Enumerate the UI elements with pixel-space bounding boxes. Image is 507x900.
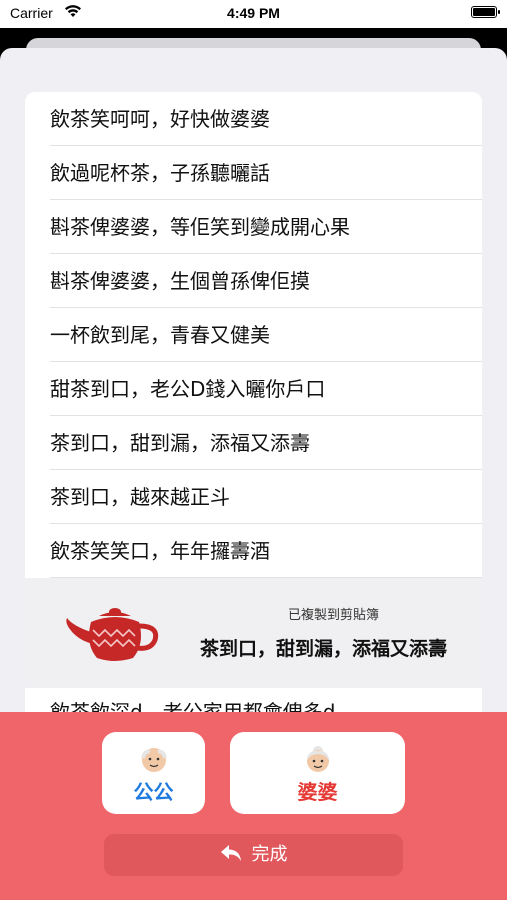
teapot-icon bbox=[66, 608, 159, 661]
reply-arrow-icon bbox=[220, 845, 241, 861]
list-item[interactable]: 飲茶笑笑口，年年攞壽酒 bbox=[25, 524, 482, 578]
list-item[interactable]: 茶到口，越來越正斗 bbox=[25, 470, 482, 524]
list-item[interactable]: 飲茶笑呵呵，好快做婆婆 bbox=[25, 92, 482, 146]
list-item[interactable]: 甜茶到口，老公D錢入曬你戶口 bbox=[25, 362, 482, 416]
old-woman-icon bbox=[306, 746, 329, 772]
battery-icon bbox=[471, 6, 500, 18]
list-item[interactable]: 茶到口，甜到漏，添福又添壽 bbox=[25, 416, 482, 470]
bottom-panel: 公公 婆婆 完成 bbox=[0, 712, 507, 900]
status-bar: Carrier 4:49 PM bbox=[0, 0, 507, 28]
copied-toast: 已複製到剪貼簿 茶到口，甜到漏，添福又添壽 bbox=[25, 578, 482, 686]
list-item[interactable]: 斟茶俾婆婆，等佢笑到變成開心果 bbox=[25, 200, 482, 254]
grandpa-button-label: 公公 bbox=[133, 780, 174, 804]
list-item[interactable]: 斟茶俾婆婆，生個曾孫俾佢摸 bbox=[25, 254, 482, 308]
phrase-list: 飲茶笑呵呵，好快做婆婆 飲過呢杯茶，子孫聽曬話 斟茶俾婆婆，等佢笑到變成開心果 … bbox=[25, 92, 482, 578]
toast-copied-phrase: 茶到口，甜到漏，添福又添壽 bbox=[199, 638, 447, 660]
list-item[interactable]: 一杯飲到尾，青春又健美 bbox=[25, 308, 482, 362]
grandpa-button[interactable]: 公公 bbox=[102, 732, 205, 814]
old-man-icon bbox=[140, 748, 167, 772]
modal-sheet: 飲茶笑呵呵，好快做婆婆 飲過呢杯茶，子孫聽曬話 斟茶俾婆婆，等佢笑到變成開心果 … bbox=[0, 48, 507, 900]
list-item[interactable]: 飲過呢杯茶，子孫聽曬話 bbox=[25, 146, 482, 200]
done-button-label: 完成 bbox=[251, 844, 288, 865]
grandma-button-label: 婆婆 bbox=[297, 780, 338, 804]
grandma-button[interactable]: 婆婆 bbox=[230, 732, 405, 814]
toast-caption: 已複製到剪貼簿 bbox=[287, 608, 379, 623]
done-button[interactable]: 完成 bbox=[104, 834, 403, 876]
status-time: 4:49 PM bbox=[227, 5, 280, 21]
